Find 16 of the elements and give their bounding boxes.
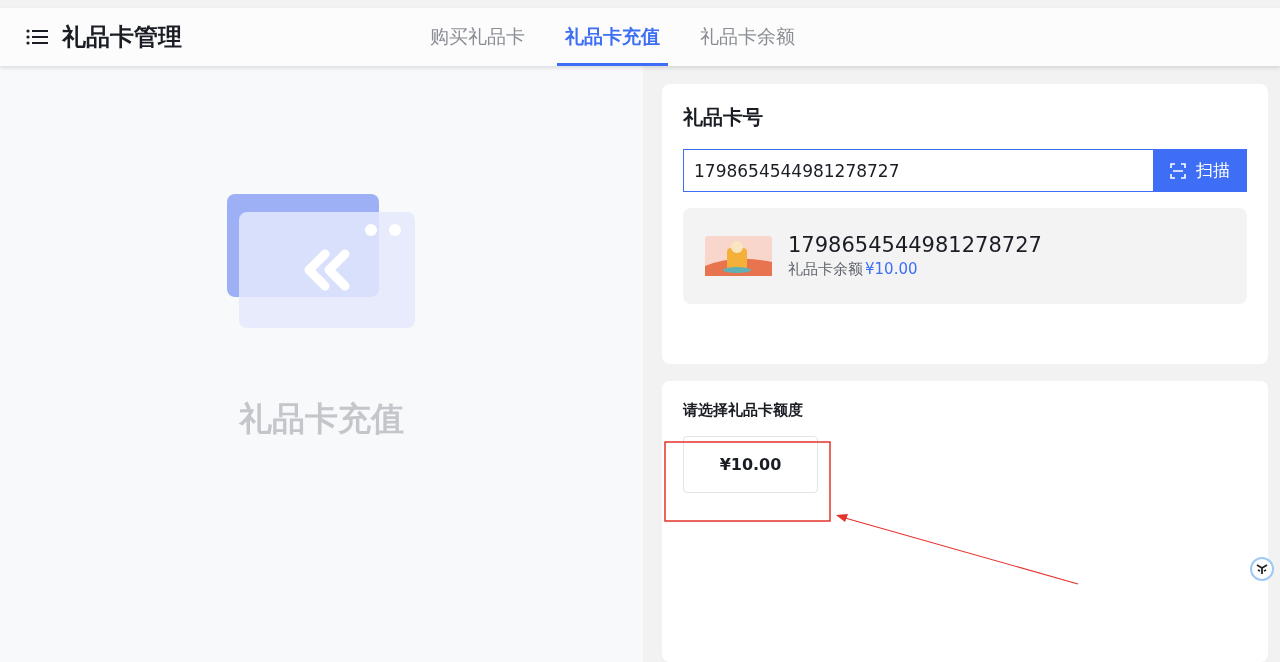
scan-icon	[1170, 162, 1186, 179]
balance-value: ¥10.00	[865, 260, 918, 279]
tab[interactable]: 礼品卡余额	[692, 8, 803, 66]
assistant-float-button[interactable]	[1250, 557, 1274, 581]
menu-icon[interactable]	[26, 29, 48, 45]
assistant-icon	[1256, 563, 1268, 575]
amount-option[interactable]: ¥10.00	[683, 435, 818, 493]
scan-button[interactable]: 扫描	[1153, 149, 1247, 192]
tab[interactable]: 购买礼品卡	[422, 8, 533, 66]
card-number-input[interactable]: 1798654544981278727	[683, 149, 1153, 192]
page-title: 礼品卡管理	[61, 22, 183, 53]
gift-card-thumbnail	[705, 236, 772, 276]
card-number: 1798654544981278727	[788, 233, 1042, 257]
section-title: 礼品卡号	[683, 104, 764, 131]
section-title: 请选择礼品卡额度	[683, 400, 804, 420]
balance-label: 礼品卡余额	[788, 260, 863, 279]
